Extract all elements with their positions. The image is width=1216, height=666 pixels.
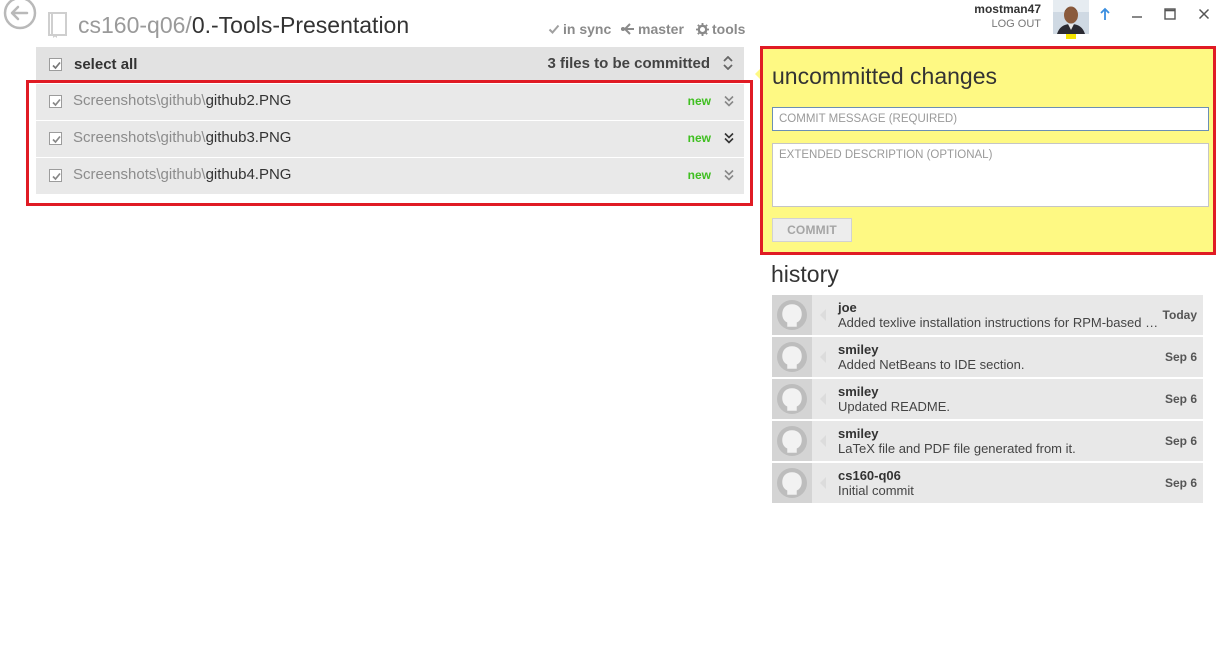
file-dir: Screenshots\github\ <box>73 166 206 183</box>
repo-title: cs160-q06/0.-Tools-Presentation <box>78 10 409 40</box>
file-status-badge: new <box>687 168 711 182</box>
commit-author: cs160-q06 <box>838 468 901 483</box>
commit-button[interactable]: COMMIT <box>772 218 852 242</box>
sync-label: in sync <box>563 21 612 37</box>
history-item[interactable]: cs160-q06 Initial commit Sep 6 <box>772 463 1203 503</box>
chevron-down-icon[interactable] <box>724 168 734 186</box>
file-path: Screenshots\github\github4.PNG <box>73 166 291 183</box>
history-notch <box>820 435 826 447</box>
files-to-commit-count: 3 files to be committed <box>547 55 710 72</box>
commit-summary: Updated README. <box>838 399 950 414</box>
history-notch <box>820 309 826 321</box>
commit-author: smiley <box>838 426 879 441</box>
tools-label: tools <box>712 21 746 37</box>
extended-description-input[interactable] <box>772 143 1209 207</box>
close-icon[interactable] <box>1194 4 1214 24</box>
file-status-badge: new <box>687 94 711 108</box>
tools-button[interactable]: tools <box>696 20 745 38</box>
logout-link[interactable]: LOG OUT <box>991 18 1041 30</box>
commit-author: smiley <box>838 384 879 399</box>
file-path: Screenshots\github\github2.PNG <box>73 92 291 109</box>
file-row[interactable]: Screenshots\github\github3.PNG new <box>36 121 744 157</box>
commit-date: Sep 6 <box>1164 392 1197 406</box>
history-item[interactable]: smiley Added NetBeans to IDE section. Se… <box>772 337 1203 377</box>
commit-summary: Added texlive installation instructions … <box>838 315 1160 330</box>
file-row[interactable]: Screenshots\github\github2.PNG new <box>36 84 744 120</box>
history-notch <box>820 477 826 489</box>
sync-up-icon[interactable] <box>1095 4 1115 24</box>
file-dir: Screenshots\github\ <box>73 92 206 109</box>
select-all-label[interactable]: select all <box>74 56 137 73</box>
octocat-avatar-icon <box>772 295 812 335</box>
commit-date: Sep 6 <box>1164 434 1197 448</box>
branch-label: master <box>638 21 684 37</box>
file-checkbox[interactable] <box>49 169 62 182</box>
file-row[interactable]: Screenshots\github\github4.PNG new <box>36 158 744 194</box>
repository-icon <box>48 12 68 38</box>
back-icon[interactable] <box>3 0 37 34</box>
file-path: Screenshots\github\github3.PNG <box>73 129 291 146</box>
select-all-checkbox[interactable] <box>49 58 62 71</box>
commit-date: Sep 6 <box>1164 476 1197 490</box>
chevron-down-icon[interactable] <box>724 94 734 112</box>
octocat-avatar-icon <box>772 463 812 503</box>
octocat-avatar-icon <box>772 337 812 377</box>
history-notch <box>820 351 826 363</box>
file-status-badge: new <box>687 131 711 145</box>
repo-owner: cs160-q06/ <box>78 12 192 38</box>
repo-name: 0.-Tools-Presentation <box>191 12 410 38</box>
file-name: github2.PNG <box>205 92 292 109</box>
history-item[interactable]: smiley LaTeX file and PDF file generated… <box>772 421 1203 461</box>
commit-date: Today <box>1162 308 1197 322</box>
gear-icon <box>696 22 709 36</box>
commit-summary: LaTeX file and PDF file generated from i… <box>838 441 1076 456</box>
commit-heading: uncommitted changes <box>772 63 998 89</box>
file-checkbox[interactable] <box>49 95 62 108</box>
maximize-icon[interactable] <box>1160 4 1180 24</box>
history-notch <box>820 393 826 405</box>
commit-panel: uncommitted changes COMMIT <box>760 46 1216 255</box>
file-name: github3.PNG <box>205 129 292 146</box>
history-item[interactable]: smiley Updated README. Sep 6 <box>772 379 1203 419</box>
octocat-avatar-icon <box>772 379 812 419</box>
expand-collapse-all-icon[interactable] <box>723 55 733 75</box>
user-avatar[interactable] <box>1053 0 1089 34</box>
avatar-indicator <box>1066 34 1076 39</box>
chevron-down-icon[interactable] <box>724 131 734 149</box>
commit-message-input[interactable] <box>772 107 1209 131</box>
commit-author: joe <box>838 300 857 315</box>
history-item[interactable]: joe Added texlive installation instructi… <box>772 295 1203 335</box>
octocat-avatar-icon <box>772 421 812 461</box>
minimize-icon[interactable] <box>1127 4 1147 24</box>
commit-summary: Added NetBeans to IDE section. <box>838 357 1025 372</box>
branch-button[interactable]: master <box>620 20 684 38</box>
file-dir: Screenshots\github\ <box>73 129 206 146</box>
file-name: github4.PNG <box>205 166 292 183</box>
history-heading: history <box>771 261 839 287</box>
commit-summary: Initial commit <box>838 483 914 498</box>
commit-author: smiley <box>838 342 879 357</box>
sync-status-button[interactable]: in sync <box>548 20 611 38</box>
checkmark-icon <box>548 24 560 34</box>
branch-icon <box>621 23 634 35</box>
file-checkbox[interactable] <box>49 132 62 145</box>
select-all-bar: select all 3 files to be committed <box>36 47 744 80</box>
username: mostman47 <box>974 2 1041 16</box>
commit-date: Sep 6 <box>1164 350 1197 364</box>
